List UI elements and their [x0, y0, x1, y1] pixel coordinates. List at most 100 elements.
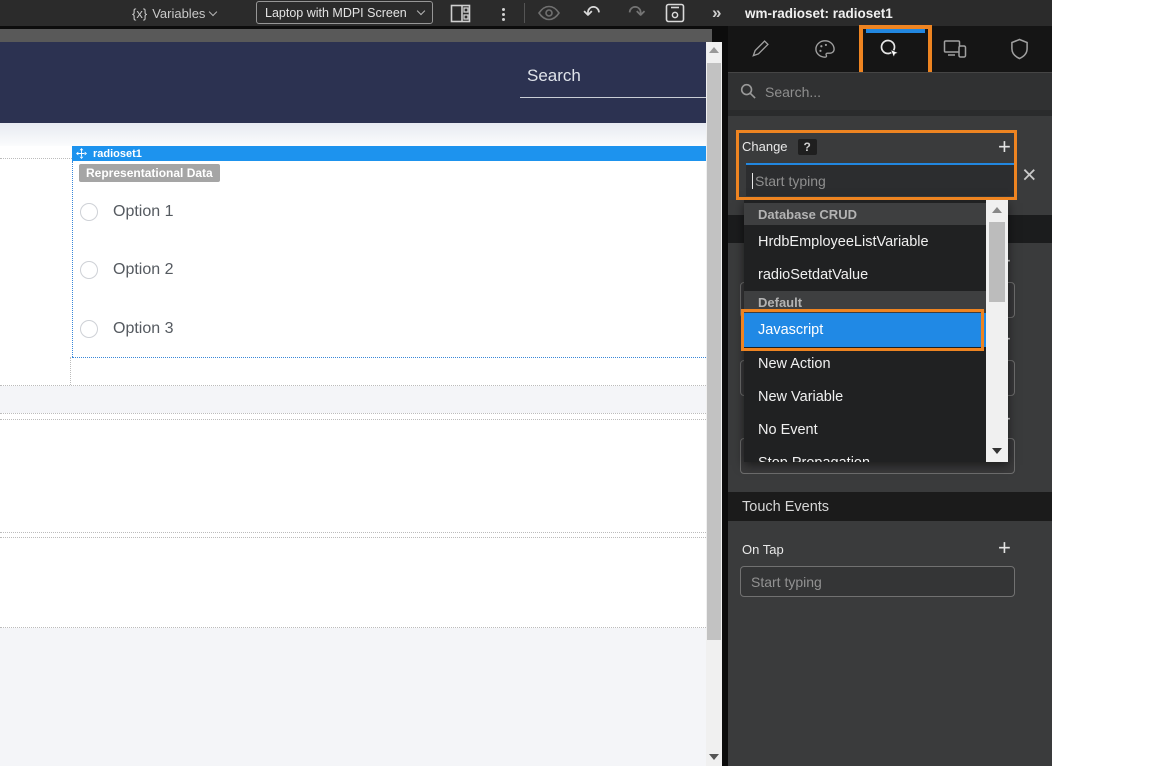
empty-row-band — [0, 628, 706, 766]
row-divider-dotted — [0, 532, 706, 533]
change-help-badge[interactable]: ? — [798, 139, 817, 155]
radio-option-label: Option 2 — [113, 261, 173, 279]
save-button[interactable] — [665, 0, 685, 26]
dropdown-item[interactable]: radioSetdatValue — [744, 258, 986, 291]
events-search-bar — [728, 72, 1052, 116]
page-search-field[interactable]: Search — [527, 66, 581, 86]
search-icon — [740, 83, 757, 100]
shield-icon — [1010, 38, 1029, 60]
more-options-kebab-menu[interactable] — [498, 0, 508, 26]
close-icon[interactable]: × — [1022, 165, 1037, 185]
radio-option-row[interactable]: Option 2 — [80, 261, 173, 279]
touch-events-section-header: Touch Events — [728, 492, 1052, 521]
device-selector-label: Laptop with MDPI Screen — [265, 6, 407, 20]
widget-selection-bar[interactable]: radioset1 — [72, 146, 706, 161]
dropdown-item[interactable]: HrdbEmployeeListVariable — [744, 225, 986, 258]
save-icon — [665, 3, 685, 23]
radio-option-label: Option 1 — [113, 203, 173, 221]
canvas-scrollbar[interactable] — [706, 42, 722, 766]
empty-row-band — [0, 386, 706, 413]
widget-selection-border-bottom — [72, 357, 706, 358]
radio-option-label: Option 3 — [113, 320, 173, 338]
radio-button-icon[interactable] — [80, 203, 98, 221]
pencil-icon — [750, 39, 770, 59]
canvas-panel-divider-top — [712, 26, 722, 42]
dropdown-item[interactable]: No Event — [744, 413, 986, 446]
layout-panels-icon — [450, 4, 471, 23]
widget-selection-border-left — [72, 161, 73, 357]
tab-devices[interactable] — [922, 26, 987, 72]
tab-properties[interactable] — [728, 26, 793, 72]
change-input-placeholder: Start typing — [755, 173, 826, 189]
on-tap-label: On Tap — [742, 542, 784, 557]
chevron-down-icon — [417, 7, 425, 15]
on-tap-input[interactable] — [751, 574, 1004, 590]
container-edge-dotted — [0, 158, 72, 159]
design-canvas: Search radioset1 Representational Data O… — [0, 42, 706, 766]
tab-security[interactable] — [987, 26, 1052, 72]
palette-icon — [814, 39, 836, 59]
change-event-input[interactable]: Start typing — [746, 163, 1016, 196]
double-chevron-right-icon: » — [712, 3, 721, 23]
tab-styles[interactable] — [793, 26, 858, 72]
layout-panels-button[interactable] — [450, 0, 471, 26]
properties-panel: Change? + Start typing × + + + Database … — [728, 26, 1052, 766]
dropdown-scrollbar[interactable] — [986, 200, 1008, 462]
dropdown-group-header: Database CRUD — [744, 203, 986, 225]
variables-icon: {x} — [132, 6, 147, 21]
widget-name-label: radioset1 — [93, 148, 142, 160]
page-subheader — [0, 123, 706, 146]
text-caret — [752, 173, 753, 189]
undo-icon: ↶ — [583, 1, 601, 26]
dropdown-list: Database CRUD HrdbEmployeeListVariable r… — [744, 203, 986, 462]
radio-option-row[interactable]: Option 1 — [80, 203, 173, 221]
redo-button[interactable]: ↷ — [628, 0, 646, 26]
dropdown-group-header: Default — [744, 291, 986, 313]
dropdown-scrollbar-thumb[interactable] — [989, 222, 1005, 302]
toolbar-divider — [524, 3, 525, 23]
row-divider-dotted — [0, 413, 706, 414]
variables-label: Variables — [152, 6, 205, 21]
row-divider-dotted — [0, 537, 706, 538]
change-event-row: Change? — [742, 138, 817, 156]
on-tap-input-wrap — [740, 566, 1015, 597]
preview-eye-button[interactable] — [538, 0, 560, 26]
scroll-up-arrow-icon[interactable] — [709, 47, 719, 53]
chevron-down-icon — [209, 7, 217, 15]
scroll-down-arrow-icon[interactable] — [709, 754, 719, 760]
add-on-tap-action-button[interactable]: + — [998, 539, 1011, 557]
page-search-underline — [520, 97, 706, 98]
representational-data-badge: Representational Data — [79, 164, 220, 182]
variables-dropdown[interactable]: {x} Variables — [132, 0, 216, 26]
move-icon — [76, 148, 87, 159]
eye-icon — [538, 5, 560, 21]
scroll-up-arrow-icon[interactable] — [992, 207, 1002, 213]
top-toolbar: {x} Variables Laptop with MDPI Screen ↶ … — [0, 0, 1052, 26]
event-action-dropdown: Database CRUD HrdbEmployeeListVariable r… — [744, 200, 1008, 462]
undo-button[interactable]: ↶ — [583, 0, 601, 26]
container-edge-dotted — [70, 357, 71, 385]
radio-button-icon[interactable] — [80, 261, 98, 279]
page-navbar: Search — [0, 42, 706, 123]
canvas-scrollbar-thumb[interactable] — [707, 63, 721, 640]
selected-widget-title: wm-radioset: radioset1 — [745, 0, 893, 26]
radio-option-row[interactable]: Option 3 — [80, 320, 173, 338]
dropdown-item[interactable]: New Variable — [744, 380, 986, 413]
dropdown-item[interactable]: Stop Propagation — [744, 446, 986, 462]
events-tab-active-indicator — [866, 29, 925, 33]
scroll-down-arrow-icon[interactable] — [992, 448, 1002, 454]
device-selector-dropdown[interactable]: Laptop with MDPI Screen — [256, 1, 433, 24]
app-root: {x} Variables Laptop with MDPI Screen ↶ … — [0, 0, 1152, 766]
canvas-top-chrome — [0, 29, 712, 42]
devices-icon — [943, 39, 967, 59]
change-event-label: Change — [742, 139, 788, 154]
dropdown-item[interactable]: New Action — [744, 347, 986, 380]
expand-panel-button[interactable]: » — [712, 0, 721, 26]
row-divider-dotted — [0, 419, 706, 420]
right-gutter — [1052, 0, 1152, 766]
redo-icon: ↷ — [628, 1, 646, 26]
events-search-input[interactable] — [765, 84, 1040, 100]
add-change-action-button[interactable]: + — [998, 138, 1011, 156]
dropdown-item-selected[interactable]: Javascript — [744, 313, 986, 347]
radio-button-icon[interactable] — [80, 320, 98, 338]
